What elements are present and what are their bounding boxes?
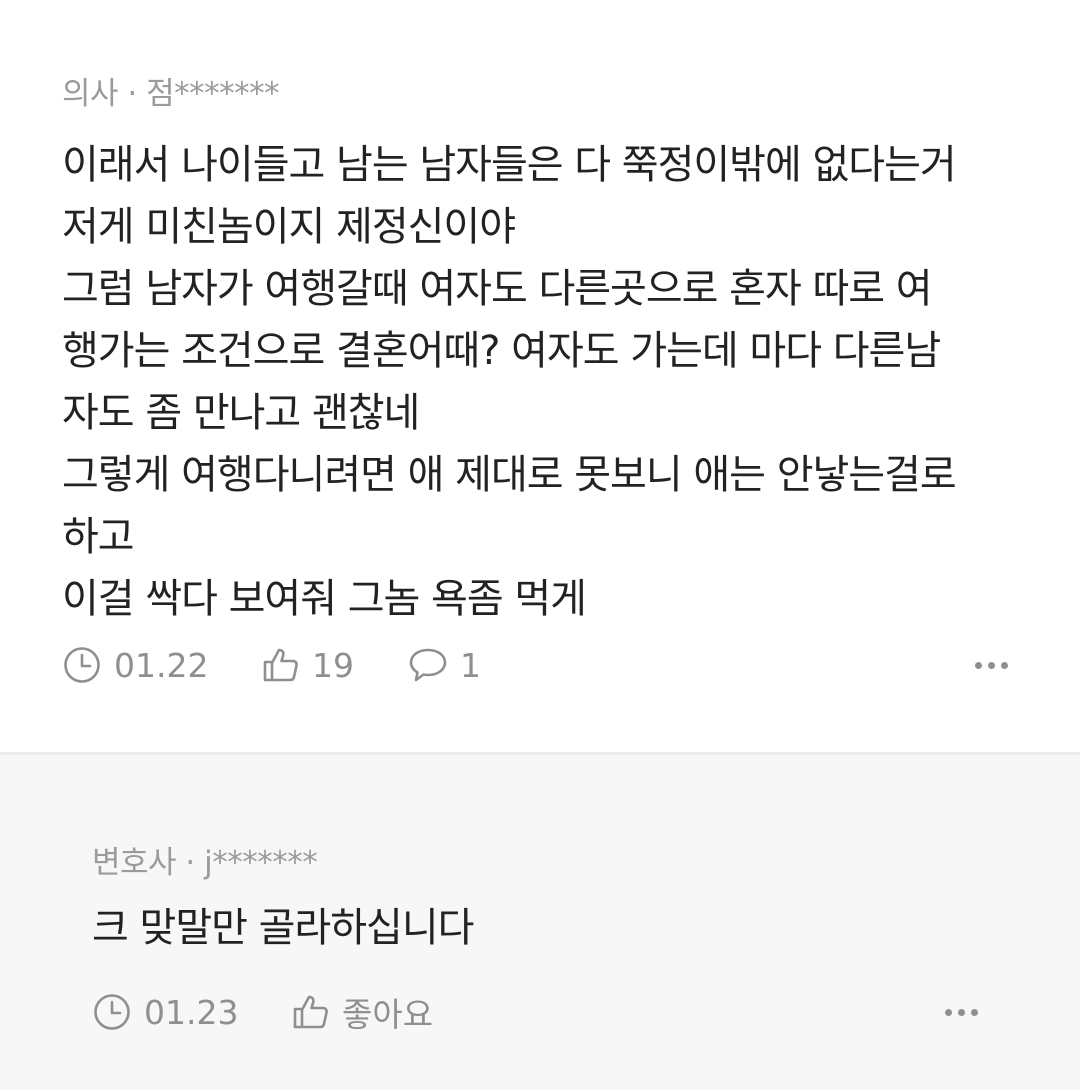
reply-meta: 변호사 · j******* (92, 841, 1020, 885)
like-count: 19 (312, 645, 354, 685)
reply-card: 변호사 · j******* 크 맞말만 골라하십니다 01.23 좋아요 (0, 755, 1080, 1090)
reply-like-button[interactable]: 좋아요 (292, 988, 433, 1036)
thumbs-up-icon (292, 993, 330, 1031)
author-name: 점******* (146, 76, 280, 112)
author-job: 의사 (62, 76, 119, 112)
meta-separator: · (127, 76, 137, 112)
comment-text: 이래서 나이들고 남는 남자들은 다 쭉정이밖에 없다는거 저게 미친놈이지 제… (62, 142, 957, 622)
clock-icon (62, 645, 102, 685)
comment-card: 의사 · 점******* 이래서 나이들고 남는 남자들은 다 쭉정이밖에 없… (0, 0, 1080, 752)
like-label: 좋아요 (342, 995, 434, 1034)
meta-separator: · (185, 845, 195, 881)
speech-bubble-icon (408, 646, 448, 684)
like-button[interactable]: 19 (262, 646, 408, 685)
thumbs-up-icon (262, 646, 300, 684)
date-text: 01.22 (114, 645, 209, 685)
reply-actions: 01.23 좋아요 (92, 987, 978, 1037)
more-options-icon[interactable] (945, 999, 978, 1026)
reply-text: 크 맞말만 골라하십니다 (92, 905, 474, 951)
reply-date: 01.23 (92, 992, 292, 1032)
comment-date: 01.22 (62, 645, 262, 685)
date-text: 01.23 (144, 992, 239, 1032)
reply-count: 1 (460, 645, 481, 685)
reply-author-name: j******* (204, 845, 318, 881)
reply-author-job: 변호사 (92, 845, 177, 881)
clock-icon (92, 992, 132, 1032)
comment-actions: 01.22 19 1 (62, 640, 1008, 690)
comment-meta: 의사 · 점******* (62, 72, 1018, 116)
reply-button[interactable]: 1 (408, 646, 481, 685)
more-options-icon[interactable] (975, 652, 1008, 679)
